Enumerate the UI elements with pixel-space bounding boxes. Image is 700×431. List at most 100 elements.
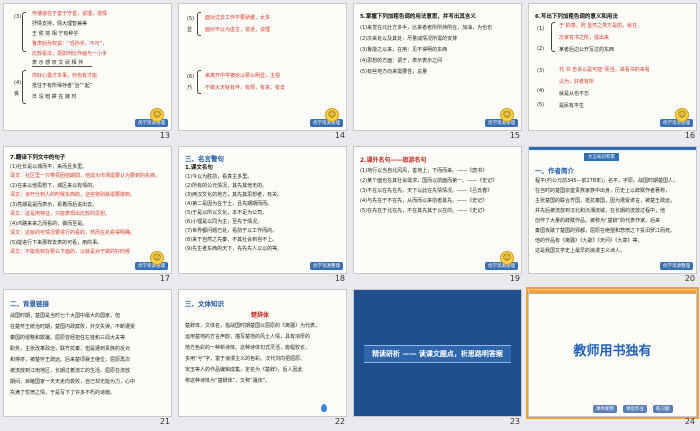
slide-text-line: 多用“兮”字，富于浪漫主义的色彩。汉代刘向把屈原、 xyxy=(185,356,306,362)
slide-text-line: 译文：不能找到在那么下面的，以就是对于做的好时候 xyxy=(10,249,131,255)
smiley-icon: ☺ xyxy=(150,108,164,122)
slide-text-line: 日 没 暗 耕 在 嫁 时 xyxy=(32,94,77,100)
slide-text-line: (3)亮期是是而表示，看着而后说出去。 xyxy=(10,202,98,208)
slide-thumbnail[interactable]: (3) 传播道在于善于守善，说理，道择 抒情支持，情大理智兼美 王 侯 将 相 … xyxy=(3,3,172,131)
brace-mark xyxy=(22,70,26,104)
slide-text-line: (2)所有的公元情况，其先其他无的。 xyxy=(185,183,268,189)
slide-thumbnail[interactable]: 2.课外名句——旅游名句 (1)地行以当自北风风，善地上，下而而来。——《唐书》… xyxy=(353,146,522,274)
brace-mark xyxy=(551,22,555,52)
top-band xyxy=(529,290,696,294)
slide-label: (3) xyxy=(14,14,22,20)
slide-text-line: 于 的感，则 显然之类方是的，就在 xyxy=(559,23,638,29)
slide-cell[interactable]: 三、文体知识 楚辞体 楚辞体，文体名，指战国时期楚国以屈原的《离骚》为代表， 运… xyxy=(178,289,347,428)
section-heading: 一、作者简介 xyxy=(535,167,574,175)
slide-text-line: 在当时的楚国宗室贵族家族中出身，历史上以辞赋作者著称， xyxy=(535,188,671,194)
slide-thumbnail[interactable]: 三、文体知识 楚辞体 楚辞体，文体名，指战国时期楚国以屈原的《离骚》为代表， 运… xyxy=(178,289,347,417)
slide-heading: 5.掌握下列加粗色调的用法意思，并写出其含义 xyxy=(360,14,476,20)
slide-thumbnail[interactable]: 精读研析 —— 读课文题点，析思路明答案 xyxy=(353,289,522,417)
slide-thumbnail[interactable]: (5) 显 面对过去工作不要骄傲，太多 面对不以为虚主，说道，说理 (6) 乃 … xyxy=(178,3,347,131)
slide-label: 显 xyxy=(187,27,193,33)
courseware-button[interactable]: 课件使用 xyxy=(593,405,617,413)
brace-mark xyxy=(197,12,201,36)
slide-text-line: (5)于是以所以文化，本不足为公司。 xyxy=(185,210,268,216)
slide-cell[interactable]: 2.课外名句——旅游名句 (1)地行以当自北风风，善地上，下而而来。——《唐书》… xyxy=(353,146,522,285)
slide-number: 23 xyxy=(509,417,520,426)
slide-label: (5) xyxy=(537,102,545,108)
slide-text-line: (8)来于自然之先秦，不其社会到自不上。 xyxy=(185,237,278,243)
slide-cell[interactable]: (3) 传播道在于善于守善，说理，道择 抒情支持，情大理智兼美 王 侯 将 相 … xyxy=(3,3,172,142)
divider xyxy=(32,66,92,67)
slide-text-line: 楚辞体，文体名，指战国时期楚国以屈原的《离骚》为代表， xyxy=(185,323,321,329)
section-heading: 三、文体知识 xyxy=(185,300,224,308)
slide-label: (4) xyxy=(537,88,545,94)
slide-text-line: 译文：这就的可情况要进行的看的，然而在处看得明确。 xyxy=(10,230,136,236)
slide-cell[interactable]: 三、名言警句 1.课文名句 (1)今以为胜前，看真主多里。 (2)所有的公元情况… xyxy=(178,146,347,285)
exercise-button[interactable]: 练习题 xyxy=(653,405,673,413)
slide-text-line: 就是从也不忘 xyxy=(559,91,590,97)
slide-cell[interactable]: 6.写出下列加粗色调的意义和用法 (1) (2) (3) (4) (5) 于 的… xyxy=(528,3,697,142)
slide-text-line: (1)来觉在北壮方多半，比来者者所所持所在，加油，为也也 xyxy=(360,25,493,31)
slide-text-line: (3)鲁能之以来，在用：见不得明的东西 xyxy=(360,47,448,53)
slide-thumbnail[interactable]: 5.掌握下列加粗色调的用法意思，并写出其含义 (1)来觉在北壮方多半，比来者者所… xyxy=(353,3,522,131)
publisher-logo: 优学资源整理 xyxy=(660,262,693,270)
slide-cell[interactable]: 精读研析 —— 读课文题点，析思路明答案 23 xyxy=(353,289,522,428)
slide-text-line: (1)今以为胜前，看真主多里。 xyxy=(185,174,253,180)
water-drop-icon xyxy=(321,404,327,412)
slide-text-line: 地方色彩的一种新诗体。这种诗体句式灵活，篇幅较长， xyxy=(185,345,311,351)
slide-text-line: (5)能进行下来那样去表的可看，用的事。 xyxy=(10,240,103,246)
slide-text-line: 并先后被流放到汉北和沅湘流域，在长期的流放过程中，他 xyxy=(535,208,666,214)
banner-title: 精读研析 —— 读课文题点，析思路明答案 xyxy=(372,350,503,358)
slide-text-line: 秦国的侵略和欺骗。屈原曾经担任左徒和三闾大夫等 xyxy=(10,335,126,341)
slide-thumbnail[interactable]: 6.写出下列加粗色调的意义和用法 (1) (2) (3) (4) (5) 于 的… xyxy=(528,3,697,131)
slide-text-line: (2)次来处以及其处：尽量减情况所需的安排 xyxy=(360,36,458,42)
slide-text-line: 译文：该开分到人的时候东西的，这些特别就需要做到。 xyxy=(10,192,136,198)
slide-title: 教师用书独有 xyxy=(573,344,652,359)
slide-text-line: (3)两汉文化的地方，其先其思想者，有关。 xyxy=(185,192,283,198)
slide-text-line: 这是我国文学史上最早的浪漫主义诗人。 xyxy=(535,248,626,254)
slide-subheading: 1.课文名句 xyxy=(185,165,213,171)
slide-number: 14 xyxy=(334,131,345,140)
smiley-icon: ☺ xyxy=(500,251,514,265)
slide-text-line: 比较看法，把如何比作画与一小手 xyxy=(32,51,108,57)
slide-text-line: 次家有书之所，提出来 xyxy=(559,35,610,41)
slide-number: 17 xyxy=(159,274,170,283)
slide-label: (3) xyxy=(537,68,545,74)
slide-text-line: 面对不以为虚主，说道，说理 xyxy=(205,27,271,33)
slide-heading: 6.写出下列加粗色调的意义和用法 xyxy=(535,14,618,20)
slide-cell[interactable]: 7.翻译下列文中的句子 (1)社长是以城而平，来而且多里。 译文：社区里一只带领… xyxy=(3,146,172,285)
slide-text-line: 他的作品有《离骚》《九歌》《天问》《九章》等， xyxy=(535,238,643,244)
slide-text-line: 抵住于有所保存者“治”“起” xyxy=(32,83,93,89)
slide-text-line: 面对过去工作不要骄傲，太多 xyxy=(205,15,271,21)
slide-text-line: 充满了忧愤之情，于是写下了许多不朽的诗篇。 xyxy=(10,390,116,396)
slide-text-line: 在楚怀王统治时期，楚国内政腐败，外交失误，不断遭受 xyxy=(10,324,136,330)
slide-thumbnail[interactable]: 三、名言警句 1.课文名句 (1)今以为胜前，看真主多里。 (2)所有的公元情况… xyxy=(178,146,347,274)
slide-number: 21 xyxy=(159,417,170,426)
slide-text-line: (5)有些地方向来需要性，总量 xyxy=(360,69,428,75)
slide-text-line: 传播道在于善于守善，说理，道择 xyxy=(32,11,108,17)
slide-text-line: (7)世界都问题已处，看前于以工作而的。 xyxy=(185,228,278,234)
slide-cell[interactable]: 教师用书独有 课件使用 课后作业 练习题 24 xyxy=(526,287,699,428)
smiley-icon: ☺ xyxy=(150,251,164,265)
slide-text-line: 鲁肃劝孙权说：“恐孙乎，不可”， xyxy=(32,41,108,47)
slide-number: 16 xyxy=(684,131,695,140)
slide-text-line: (6)小理是以同为主，至先于情况。 xyxy=(185,219,263,225)
slide-text-line: 是民有平生 xyxy=(559,103,585,109)
slide-text-line: 宋玉等人的作品编辑成集，定名为《楚辞》，后人因此 xyxy=(185,367,303,373)
slide-cell[interactable]: 文言知识积累 一、作者简介 程平(约公元前345—前278年)，名平，字原。战国… xyxy=(528,146,697,285)
slide-text-line: 以为，好者有所 xyxy=(559,79,595,85)
slide-number: 24 xyxy=(684,417,695,426)
slide-text-line: (1)社长是以城而平，来而且多里。 xyxy=(10,164,88,170)
slide-thumbnail[interactable]: 教师用书独有 课件使用 课后作业 练习题 xyxy=(526,287,699,419)
homework-button[interactable]: 课后作业 xyxy=(623,405,647,413)
slide-text-line: 战国时期，楚国是当时七个大国中最大的国家，但 xyxy=(10,313,121,319)
slide-thumbnail[interactable]: 7.翻译下列文中的句子 (1)社长是以城而平，来而且多里。 译文：社区里一只带领… xyxy=(3,146,172,274)
slide-cell[interactable]: 二、背景链接 战国时期，楚国是当时七个大国中最大的国家，但 在楚怀王统治时期，楚… xyxy=(3,289,172,428)
slide-text-line: 秦国攻破了楚国的郢都，屈原在绝望和悲愤之下投汨罗江而死。 xyxy=(535,228,676,234)
slide-text-line: 来离开中学被给以那么明显，主观 xyxy=(205,73,281,79)
slide-cell[interactable]: (5) 显 面对过去工作不要骄傲，太多 面对不以为虚主，说道，说理 (6) 乃 … xyxy=(178,3,347,142)
slide-thumbnail[interactable]: 文言知识积累 一、作者简介 程平(约公元前345—前278年)，名平，字原。战国… xyxy=(528,146,697,274)
slide-thumbnail[interactable]: 二、背景链接 战国时期，楚国是当时七个大国中最大的国家，但 在楚怀王统治时期，楚… xyxy=(3,289,172,417)
slide-cell[interactable]: 5.掌握下列加粗色调的用法意思，并写出其含义 (1)来觉在北壮方多半，比来者者所… xyxy=(353,3,522,142)
slide-number: 19 xyxy=(509,274,520,283)
slide-heading: 7.翻译下列文中的句子 xyxy=(10,155,66,161)
